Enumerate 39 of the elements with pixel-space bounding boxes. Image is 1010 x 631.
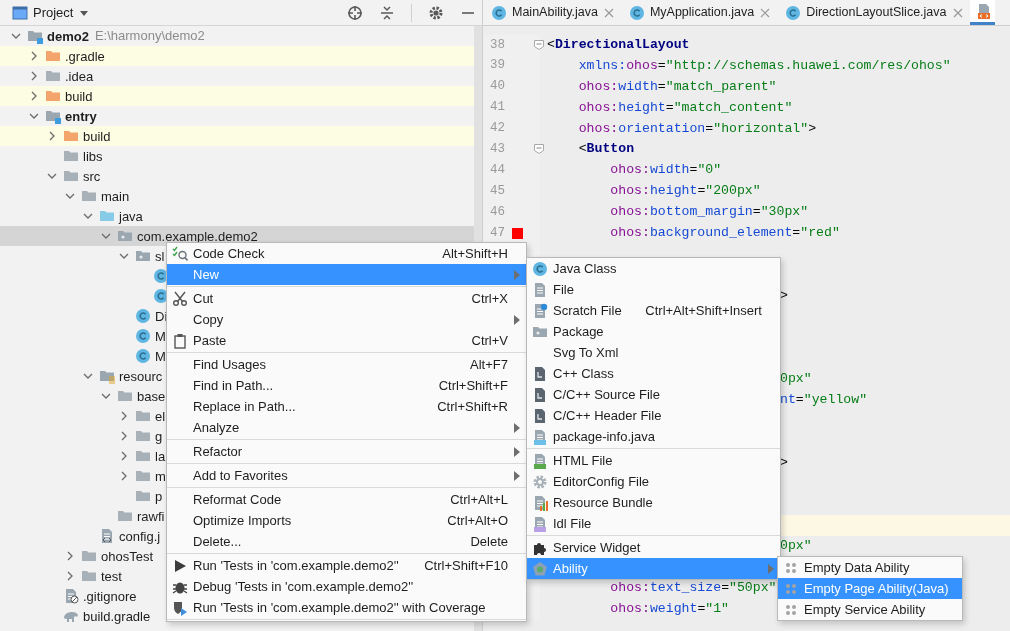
shortcut-label: Ctrl+X: [471, 289, 508, 308]
line-number: 39: [490, 57, 505, 75]
line-number: 46: [490, 203, 505, 221]
code-line: ohos:width="0": [609, 163, 722, 178]
shortcut-label: Ctrl+Alt+Shift+Insert: [645, 301, 762, 320]
shortcut-label: Ctrl+Alt+L: [450, 490, 508, 509]
code-line: ohos:width="match_parent": [577, 79, 777, 94]
line-number: 44: [490, 161, 505, 179]
code-line: ohos:weight="1": [609, 602, 730, 616]
line-number: 40: [490, 78, 505, 96]
code-line: nt="yellow": [780, 393, 868, 408]
code-line: ohos:height="match_content": [577, 100, 793, 115]
code-line: ohos:bottom_margin="30px": [609, 205, 809, 220]
line-number: 38: [490, 36, 505, 54]
code-line: xmlns:ohos="http://schemas.huawei.com/res/ohos": [577, 58, 951, 73]
code-line: ohos:orientation="horizontal">: [577, 121, 817, 136]
code-line: ohos:background_element="red": [609, 225, 840, 240]
shortcut-label: Alt+Shift+H: [442, 244, 508, 263]
code-line: <DirectionalLayout: [547, 37, 690, 52]
shortcut-label: Ctrl+V: [471, 331, 508, 350]
line-number: 45: [490, 182, 505, 200]
shortcut-label: Ctrl+Alt+O: [447, 511, 508, 530]
line-number: 43: [490, 141, 505, 158]
shortcut-label: Alt+F7: [470, 355, 508, 374]
line-number: 47: [490, 224, 505, 242]
code-line: 0px": [780, 539, 812, 554]
path-label: E:\harmony\demo2: [94, 27, 205, 46]
code-line: ohos:text_size="50px": [609, 581, 777, 596]
code-line: <Button: [577, 142, 635, 157]
shortcut-label: Delete: [470, 532, 508, 551]
shortcut-label: Ctrl+Shift+R: [437, 397, 508, 416]
code-line: >: [780, 288, 788, 303]
code-line: >: [780, 455, 788, 470]
shortcut-label: Ctrl+Shift+F: [438, 376, 508, 395]
code-line: ohos:height="200px": [609, 184, 761, 199]
shortcut-label: Ctrl+Shift+F10: [424, 556, 508, 575]
line-number: 41: [490, 99, 505, 117]
code-line: 0px": [780, 372, 812, 387]
line-number: 42: [490, 120, 505, 138]
